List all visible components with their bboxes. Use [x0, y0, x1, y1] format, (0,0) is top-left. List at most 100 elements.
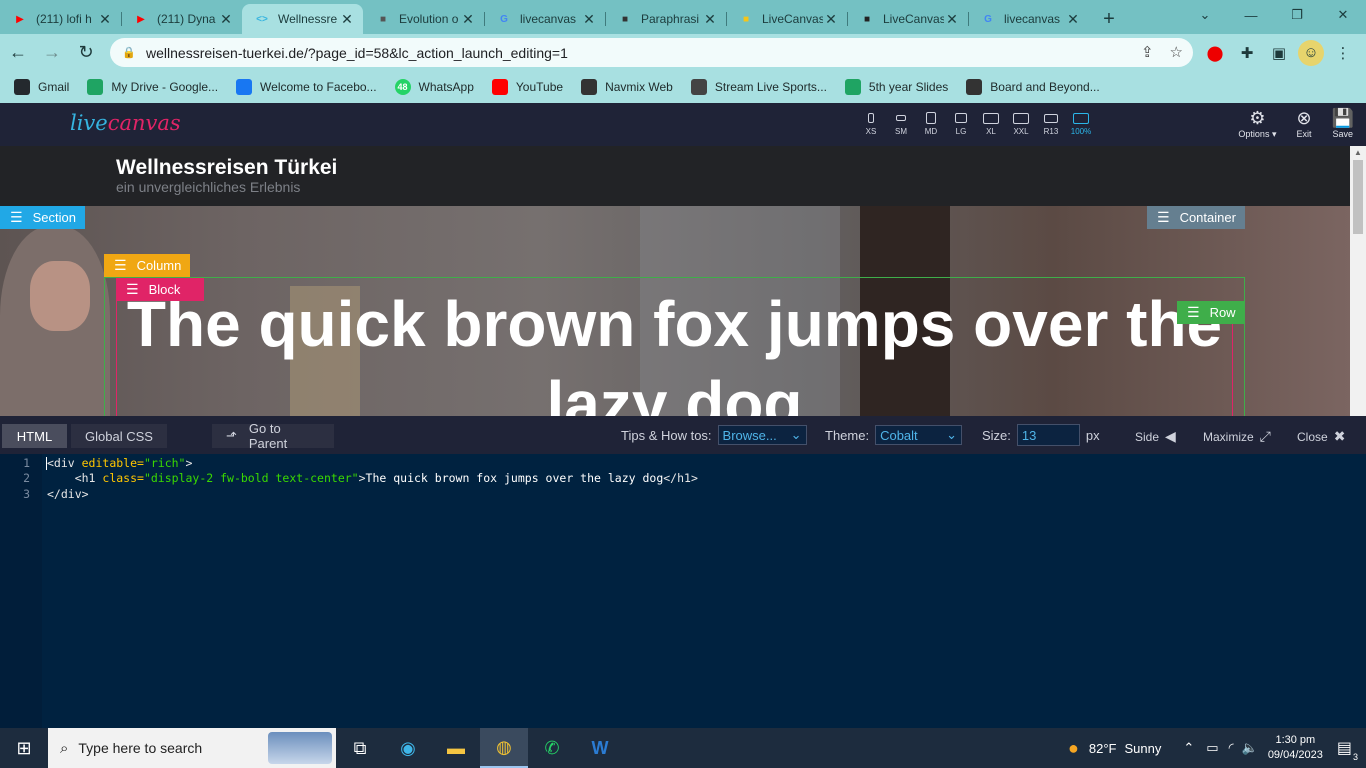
side-panel-icon[interactable]: ▣: [1266, 40, 1292, 66]
close-tab-icon[interactable]: ✕: [1065, 11, 1081, 28]
bookmark-item[interactable]: My Drive - Google...: [87, 79, 218, 95]
theme-select[interactable]: Cobalt ⌄: [875, 425, 963, 445]
options-button[interactable]: ⚙ Options ▾: [1238, 107, 1276, 140]
menu-kebab-icon[interactable]: ⋮: [1330, 40, 1356, 66]
file-explorer-icon[interactable]: ▬: [432, 728, 480, 768]
clock[interactable]: 1:30 pm 09/04/2023: [1268, 733, 1323, 763]
reload-icon[interactable]: ↻: [70, 37, 102, 69]
code-editor[interactable]: 1 <div editable="rich"> 2 <h1 class="displ…: [0, 454, 1366, 728]
row-label[interactable]: ☰ Row: [1177, 301, 1245, 324]
close-tab-icon[interactable]: ✕: [97, 11, 113, 28]
tips-select[interactable]: Browse... ⌄: [717, 425, 807, 445]
theme-label: Theme:: [825, 427, 870, 443]
minimize-icon[interactable]: —: [1228, 0, 1274, 30]
bookmark-item[interactable]: Navmix Web: [581, 79, 673, 95]
scroll-up-arrow-icon[interactable]: ▲: [1354, 148, 1362, 157]
bookmark-star-icon[interactable]: ☆: [1170, 43, 1183, 61]
back-arrow-icon[interactable]: ←: [2, 37, 34, 69]
block-label[interactable]: ☰ Block: [116, 278, 204, 301]
section-label[interactable]: ☰ Section: [0, 206, 85, 229]
chrome-icon[interactable]: ◍: [480, 728, 528, 768]
code-token: >: [358, 471, 366, 486]
edge-icon[interactable]: ◉: [384, 728, 432, 768]
browser-tab[interactable]: ▶ (211) lofi h ✕: [0, 4, 121, 34]
tab-html[interactable]: HTML: [2, 424, 67, 448]
close-tab-icon[interactable]: ✕: [581, 11, 597, 28]
url-bar[interactable]: 🔒 wellnessreisen-tuerkei.de/?page_id=58&…: [110, 38, 1193, 67]
weather-condition[interactable]: Sunny: [1125, 741, 1162, 756]
device-100pct-button[interactable]: 100%: [1066, 109, 1096, 136]
bookmark-item[interactable]: YouTube: [491, 79, 563, 95]
browser-tab[interactable]: Glivecanvas ✕: [968, 4, 1089, 34]
tab-global-css[interactable]: Global CSS: [71, 424, 167, 448]
word-icon[interactable]: W: [576, 728, 624, 768]
browser-tab[interactable]: ▶ (211) Dyna ✕: [121, 4, 242, 34]
save-button[interactable]: 💾 Save: [1332, 107, 1354, 140]
tab-search-chevron-icon[interactable]: ⌄: [1182, 0, 1228, 30]
close-editor-button[interactable]: Close ✖: [1297, 428, 1345, 445]
device-xxl-button[interactable]: XXL: [1006, 109, 1036, 136]
close-tab-icon[interactable]: ✕: [823, 11, 839, 28]
preview-scrollbar[interactable]: ▲: [1350, 146, 1366, 416]
close-tab-icon[interactable]: ✕: [339, 11, 355, 28]
whatsapp-icon[interactable]: ✆: [528, 728, 576, 768]
notifications-icon[interactable]: ▤ 3: [1337, 738, 1358, 762]
chatgpt-icon: ■: [379, 13, 387, 25]
close-tab-icon[interactable]: ✕: [460, 11, 476, 28]
code-line[interactable]: 3 </div>: [0, 487, 1366, 502]
close-tab-icon[interactable]: ✕: [218, 11, 234, 28]
code-line[interactable]: 1 <div editable="rich">: [0, 456, 1366, 471]
site-title[interactable]: Wellnessreisen Türkei: [116, 156, 337, 180]
battery-icon[interactable]: ▭: [1206, 740, 1218, 756]
device-r13-button[interactable]: R13: [1036, 109, 1066, 136]
browser-tab[interactable]: ■ Paraphrasi ✕: [605, 4, 726, 34]
restore-icon[interactable]: ❐: [1274, 0, 1320, 30]
device-sm-button[interactable]: SM: [886, 109, 916, 136]
wifi-icon[interactable]: ◜: [1229, 740, 1234, 756]
code-line[interactable]: 2 <h1 class="display-2 fw-bold text-cent…: [0, 471, 1366, 486]
browser-tab[interactable]: ■ LiveCanvas ✕: [726, 4, 847, 34]
close-window-icon[interactable]: ✕: [1320, 0, 1366, 30]
go-to-parent-button[interactable]: ⬏ Go to Parent: [212, 421, 334, 451]
side-button[interactable]: Side ◀: [1135, 428, 1176, 445]
share-icon[interactable]: ⇪: [1141, 43, 1154, 61]
column-label[interactable]: ☰ Column: [104, 254, 190, 277]
container-label[interactable]: ☰ Container: [1147, 206, 1245, 229]
browser-tab[interactable]: <> Wellnessre ✕: [242, 4, 363, 34]
device-xs-button[interactable]: XS: [856, 109, 886, 136]
lock-icon: 🔒: [122, 47, 136, 59]
device-xl-button[interactable]: XL: [976, 109, 1006, 136]
volume-icon[interactable]: 🔈: [1242, 740, 1258, 756]
weather-temperature[interactable]: 82°F: [1089, 741, 1117, 756]
device-screen-icon: [1013, 112, 1029, 124]
close-tab-icon[interactable]: ✕: [944, 11, 960, 28]
device-md-button[interactable]: MD: [916, 109, 946, 136]
extensions-puzzle-icon[interactable]: ✚: [1234, 40, 1260, 66]
chevron-up-icon[interactable]: ⌃: [1183, 740, 1194, 756]
tips-label: Tips & How tos:: [621, 427, 712, 443]
profile-avatar-icon[interactable]: ☺: [1298, 39, 1324, 66]
opera-extension-icon[interactable]: ⬤: [1202, 40, 1228, 66]
code-token: >: [185, 456, 193, 470]
bookmark-item[interactable]: Gmail: [14, 79, 69, 95]
bookmark-item[interactable]: Welcome to Facebo...: [236, 79, 377, 95]
device-lg-button[interactable]: LG: [946, 109, 976, 136]
exit-button[interactable]: ⊗ Exit: [1296, 107, 1311, 140]
taskbar-search[interactable]: ⌕ Type here to search: [48, 728, 336, 768]
forward-arrow-icon[interactable]: →: [36, 37, 68, 69]
browser-tab[interactable]: Glivecanvas ✕: [484, 4, 605, 34]
bookmark-item[interactable]: Board and Beyond...: [966, 79, 1100, 95]
task-view-icon[interactable]: ⧉: [336, 728, 384, 768]
windows-start-icon[interactable]: ⊞: [0, 728, 48, 768]
scrollbar-thumb[interactable]: [1353, 160, 1363, 234]
browser-tab[interactable]: ■ Evolution o ✕: [363, 4, 484, 34]
bookmark-item[interactable]: 5th year Slides: [844, 79, 948, 95]
new-tab-plus-icon[interactable]: +: [1089, 4, 1129, 34]
close-tab-icon[interactable]: ✕: [702, 11, 718, 28]
font-size-input[interactable]: 13: [1016, 424, 1080, 446]
browser-tab[interactable]: ■ LiveCanvas ✕: [847, 4, 968, 34]
code-token: <div: [47, 456, 82, 470]
bookmark-item[interactable]: Stream Live Sports...: [690, 79, 827, 95]
maximize-button[interactable]: Maximize ⤢: [1203, 428, 1271, 445]
bookmark-item[interactable]: 48 WhatsApp: [394, 79, 474, 95]
